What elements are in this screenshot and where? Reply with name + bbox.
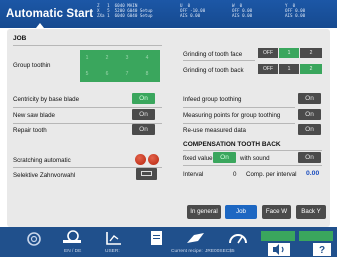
group-toothing-cell[interactable]: 4 (142, 55, 152, 61)
axes-info: Z 1 6040 MAIN X 5 5200 6040 Setup ZXa 1 … (97, 3, 152, 18)
new-saw-label: New saw blade (13, 112, 55, 119)
recipe-value: JRE00SEC$5 (205, 249, 235, 254)
grind-face-2-button[interactable]: 2 (300, 48, 322, 58)
with-sound-toggle[interactable]: On (298, 152, 321, 163)
w-axis-ais: AIS 0.00 (232, 13, 253, 18)
interval-label: Interval (183, 171, 204, 178)
y-axis-readout: Y 0 OFF 0.00 AIS 0.00 (285, 3, 305, 18)
tab-face-w[interactable]: Face W (262, 205, 291, 219)
divider (183, 107, 295, 108)
tab-in-general[interactable]: In general (187, 205, 221, 219)
fixed-value-label: fixed value (183, 155, 213, 162)
page-title: Automatic Start (6, 8, 94, 20)
compensation-title: COMPENSATION TOOTH BACK (183, 141, 281, 148)
divider (183, 150, 322, 151)
speaker-icon[interactable] (268, 243, 290, 256)
group-toothing-cell[interactable]: 8 (142, 71, 152, 77)
scratching-label: Scratching automatic (13, 157, 71, 164)
grind-back-2-button[interactable]: 2 (300, 64, 322, 74)
fixed-value-toggle[interactable]: On (213, 152, 236, 163)
group-toothing-cell[interactable]: 7 (122, 71, 132, 77)
grind-back-off-button[interactable]: OFF (258, 64, 278, 74)
keyboard-icon (141, 171, 152, 176)
divider (13, 107, 162, 108)
infeed-label: Infeed group toothing (183, 96, 242, 103)
group-toothing-cell[interactable]: 5 (82, 71, 92, 77)
gauge-icon[interactable] (226, 229, 250, 247)
divider (183, 123, 295, 124)
selektive-label: Selektive Zahnvorwahl (13, 172, 76, 179)
reuse-label: Re-use measured data (183, 127, 246, 134)
saw-machine-icon[interactable] (60, 229, 84, 247)
w-axis-readout: W 0 OFF 0.00 AIS 0.00 (232, 3, 252, 18)
grind-face-off-button[interactable]: OFF (258, 48, 278, 58)
help-icon[interactable]: ? (313, 243, 331, 256)
document-icon[interactable] (144, 229, 168, 247)
measuring-toggle[interactable]: On (298, 109, 321, 120)
recipe-label: Current recipe: (171, 249, 203, 254)
tab-job[interactable]: Job (225, 205, 257, 219)
interval-value[interactable]: 0 (233, 171, 236, 178)
comp-per-interval-label: Comp. per interval (246, 171, 297, 178)
svg-text:?: ? (319, 245, 325, 256)
u-axis-readout: U 0 OFF -10.00 AIS 0.00 (180, 3, 205, 18)
group-toothing-cell[interactable]: 2 (102, 55, 112, 61)
group-toothing-cell[interactable]: 1 (82, 55, 92, 61)
grind-back-1-button[interactable]: 1 (279, 64, 299, 74)
divider (13, 45, 162, 46)
infeed-toggle[interactable]: On (298, 93, 321, 104)
scratching-indicator-2[interactable] (148, 154, 159, 165)
new-saw-toggle[interactable]: On (132, 109, 155, 120)
job-panel (7, 29, 330, 227)
grinding-face-label: Grinding of tooth face (183, 51, 243, 58)
comp-per-interval-value[interactable]: 0.00 (306, 170, 319, 177)
centricity-toggle[interactable]: On (132, 93, 155, 104)
u-axis-ais: AIS 0.00 (180, 13, 201, 18)
reuse-toggle[interactable]: On (298, 124, 321, 135)
group-toothing-label: Group toothin (13, 62, 51, 69)
tab-back-y[interactable]: Back Y (296, 205, 326, 219)
language-toggle[interactable]: EN / DE (64, 249, 81, 254)
centricity-label: Centricity by base blade (13, 96, 80, 103)
group-toothing-cell[interactable]: 6 (102, 71, 112, 77)
grind-face-1-button[interactable]: 1 (279, 48, 299, 58)
with-sound-label: with sound (240, 155, 270, 162)
divider (183, 165, 322, 166)
header-bar: Automatic Start Z 1 6040 MAIN X 5 5200 6… (0, 0, 337, 28)
scratching-indicator-1[interactable] (135, 154, 146, 165)
status-green-indicator-1 (261, 231, 295, 241)
repair-label: Repair tooth (13, 127, 47, 134)
grinding-back-label: Grinding of tooth back (183, 67, 244, 74)
keyboard-button[interactable] (136, 168, 157, 180)
chart-icon[interactable] (102, 229, 126, 247)
repair-toggle[interactable]: On (132, 124, 155, 135)
y-axis-ais: AIS 0.00 (285, 13, 306, 18)
divider (183, 60, 255, 61)
axes-info-line-3: ZXa 1 6040 6040 Setup (97, 13, 153, 18)
grinding-icon[interactable] (184, 229, 208, 247)
status-green-indicator-2 (299, 231, 333, 241)
job-section-title: JOB (13, 35, 27, 42)
tab-notch (36, 23, 44, 28)
user-label: USER: (105, 249, 120, 254)
measuring-label: Measuring points for group toothing (183, 112, 281, 119)
spiral-icon[interactable] (22, 229, 46, 247)
group-toothing-cell[interactable]: 3 (122, 55, 132, 61)
